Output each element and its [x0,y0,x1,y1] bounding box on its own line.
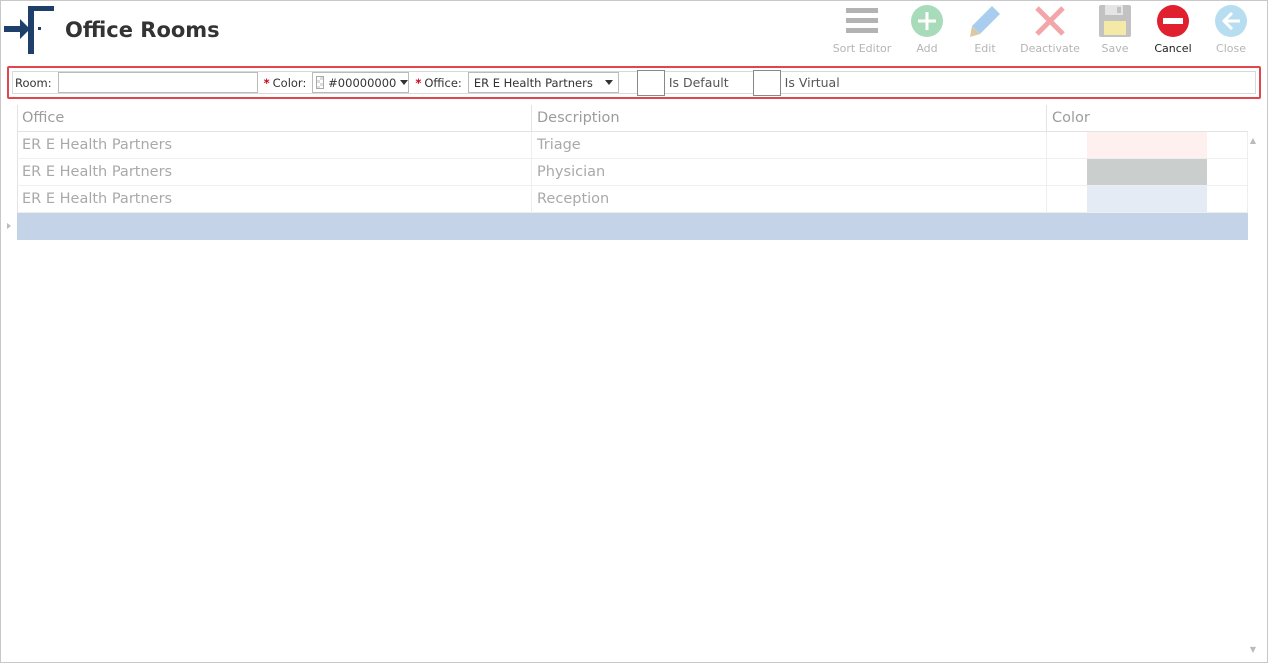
table-row[interactable]: ER E Health Partners Physician [17,159,1248,186]
description-cell: Physician [532,159,1047,185]
app-logo-icon [4,6,54,54]
is-virtual-label: Is Virtual [784,75,840,90]
is-default-label: Is Default [668,75,729,90]
floppy-disk-icon [1099,5,1131,37]
color-cell [1047,132,1248,158]
back-arrow-icon [1215,5,1247,37]
rooms-grid: Office Description Color ER E Health Par… [17,105,1248,240]
is-virtual-checkbox[interactable] [752,69,781,96]
room-editor-fields: Room: * Color: #00000000 * Office: ER E … [12,69,1256,96]
color-swatch [1087,159,1207,185]
description-cell: Triage [532,132,1047,158]
grid-header: Office Description Color [17,105,1248,132]
table-row[interactable]: ER E Health Partners Triage [17,132,1248,159]
save-button[interactable]: Save [1086,4,1144,58]
office-cell: ER E Health Partners [17,159,532,185]
edit-label: Edit [974,42,996,55]
sort-editor-label: Sort Editor [832,42,892,55]
close-label: Close [1216,42,1246,55]
color-required-mark: * [263,75,270,90]
page-title: Office Rooms [65,18,220,42]
office-required-mark: * [415,75,422,90]
cancel-button[interactable]: Cancel [1144,4,1202,58]
scroll-down-icon[interactable]: ▼ [1250,645,1256,654]
toolbar: Sort Editor Add Edit Deactivate Save Can… [826,4,1260,58]
office-cell: ER E Health Partners [17,132,532,158]
description-cell: Reception [532,186,1047,212]
office-label: Office: [424,75,462,90]
room-editor-bar: Room: * Color: #00000000 * Office: ER E … [7,66,1261,99]
transparent-swatch-icon [316,76,325,89]
office-select-value: ER E Health Partners [473,75,593,90]
color-swatch [1087,186,1207,212]
column-header-description[interactable]: Description [532,105,1047,131]
deactivate-button[interactable]: Deactivate [1014,4,1086,58]
room-label: Room: [15,75,52,90]
add-button[interactable]: Add [898,4,956,58]
plus-circle-icon [911,5,943,37]
column-header-office[interactable]: Office [17,105,532,131]
new-row-editing[interactable] [17,213,1248,240]
minus-circle-icon [1157,5,1189,37]
pencil-icon [970,6,1000,37]
deactivate-label: Deactivate [1020,42,1080,55]
color-picker[interactable]: #00000000 [312,72,410,93]
chevron-down-icon [400,80,409,85]
color-cell [1047,159,1248,185]
scroll-up-icon[interactable]: ▲ [1250,136,1256,145]
office-cell: ER E Health Partners [17,186,532,212]
edit-button[interactable]: Edit [956,4,1014,58]
color-cell [1047,186,1248,212]
column-header-color[interactable]: Color [1047,105,1248,131]
cancel-label: Cancel [1154,42,1192,55]
sort-editor-button[interactable]: Sort Editor [826,4,898,58]
color-value: #00000000 [328,75,397,90]
add-label: Add [916,42,938,55]
save-label: Save [1101,42,1129,55]
office-select[interactable]: ER E Health Partners [467,72,619,93]
chevron-down-icon [604,80,613,85]
row-indicator-icon [7,223,11,229]
room-input[interactable] [57,72,258,93]
color-label: Color: [272,75,307,90]
is-default-checkbox[interactable] [636,69,665,96]
color-swatch [1087,132,1207,158]
x-mark-icon [1035,6,1065,36]
menu-lines-icon [846,8,878,33]
close-button[interactable]: Close [1202,4,1260,58]
table-row[interactable]: ER E Health Partners Reception [17,186,1248,213]
window-frame [0,0,1268,663]
